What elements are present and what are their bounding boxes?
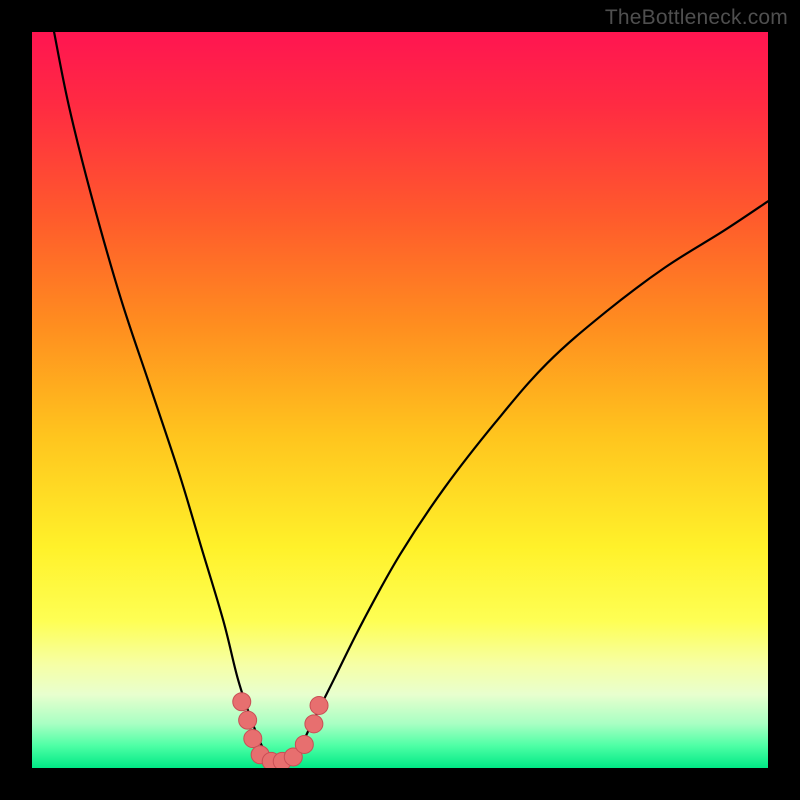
chart-frame — [32, 32, 768, 768]
bottleneck-chart — [32, 32, 768, 768]
data-marker — [305, 715, 323, 733]
watermark-text: TheBottleneck.com — [605, 6, 788, 30]
chart-background — [32, 32, 768, 768]
data-marker — [244, 730, 262, 748]
data-marker — [233, 693, 251, 711]
data-marker — [239, 711, 257, 729]
data-marker — [310, 696, 328, 714]
data-marker — [295, 735, 313, 753]
